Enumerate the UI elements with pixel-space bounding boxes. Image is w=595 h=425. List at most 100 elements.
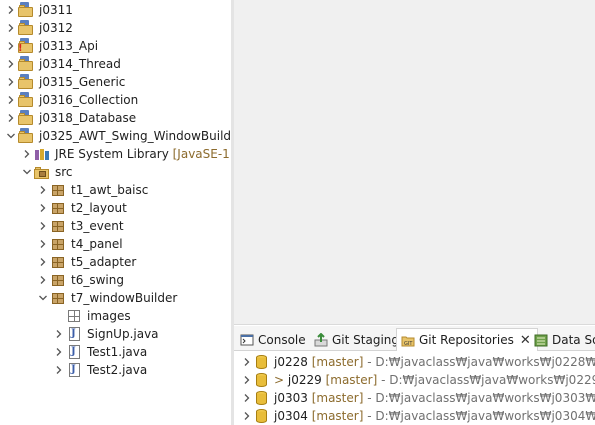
chevron-right-icon[interactable] (54, 361, 64, 379)
chevron-right-icon[interactable] (38, 217, 48, 235)
repository-path: - D:₩javaclass₩java₩works₩j0303₩.git (367, 391, 595, 405)
repository-branch: [master] (311, 355, 364, 369)
tree-item-test2-java[interactable]: J Test2.java (0, 361, 231, 379)
tree-item-label: Test2.java (87, 362, 147, 378)
tree-item-j0318-database[interactable]: j0318_Database (0, 109, 231, 127)
tree-item-text: t1_awt_baisc (71, 183, 149, 197)
repository-item-j0303[interactable]: j0303 [master] - D:₩javaclass₩java₩works… (234, 389, 595, 407)
repository-label: j0303 [master] - D:₩javaclass₩java₩works… (274, 390, 595, 406)
tree-item-label: j0314_Thread (39, 56, 121, 72)
java-project-icon (18, 2, 34, 18)
chevron-right-icon[interactable] (6, 19, 16, 37)
tree-item-j0311[interactable]: j0311 (0, 1, 231, 19)
chevron-right-icon[interactable] (6, 55, 16, 73)
package-icon (50, 182, 66, 198)
repository-name: j0229 (287, 373, 322, 387)
tree-item-label: t5_adapter (71, 254, 136, 270)
chevron-right-icon[interactable] (242, 407, 252, 425)
repository-path: - D:₩javaclass₩java₩works₩j0229₩.git (381, 373, 595, 387)
chevron-right-icon[interactable] (242, 389, 252, 407)
tree-item-text: images (87, 309, 131, 323)
tree-item-text: j0318_Database (39, 111, 137, 125)
editor-area (234, 0, 595, 325)
tree-item-images[interactable]: images (0, 307, 231, 325)
chevron-right-icon[interactable] (38, 181, 48, 199)
tree-item-jre-system-library[interactable]: JRE System Library [JavaSE-1.8] (0, 145, 231, 163)
chevron-right-icon[interactable] (54, 325, 64, 343)
repository-item-j0304[interactable]: j0304 [master] - D:₩javaclass₩java₩works… (234, 407, 595, 425)
tree-item-text: t2_layout (71, 201, 127, 215)
tree-item-label: j0315_Generic (39, 74, 125, 90)
tree-item-label: t1_awt_baisc (71, 182, 148, 198)
chevron-right-icon[interactable] (38, 235, 48, 253)
package-icon (50, 290, 66, 306)
chevron-right-icon[interactable] (54, 343, 64, 361)
chevron-right-icon[interactable] (6, 109, 16, 127)
repository-path: - D:₩javaclass₩java₩works₩j0304₩.git (367, 409, 595, 423)
chevron-right-icon[interactable] (242, 353, 252, 371)
tree-item-t6-swing[interactable]: t6_swing (0, 271, 231, 289)
tree-item-test1-java[interactable]: J Test1.java (0, 343, 231, 361)
chevron-right-icon[interactable] (6, 73, 16, 91)
tree-item-t1-awt-baisc[interactable]: t1_awt_baisc (0, 181, 231, 199)
repository-icon (256, 373, 267, 387)
tree-item-t4-panel[interactable]: t4_panel (0, 235, 231, 253)
chevron-down-icon[interactable] (38, 289, 48, 307)
chevron-right-icon[interactable] (22, 145, 32, 163)
tree-item-label: t7_windowBuilder (71, 290, 177, 306)
tree-item-decoration: [JavaSE-1.8] (172, 147, 231, 161)
chevron-right-icon[interactable] (38, 271, 48, 289)
tree-item-src[interactable]: src (0, 163, 231, 181)
chevron-right-icon[interactable] (38, 253, 48, 271)
repository-item-j0228[interactable]: j0228 [master] - D:₩javaclass₩java₩works… (234, 353, 595, 371)
repository-name: j0303 (274, 391, 308, 405)
tab-git-repositories[interactable]: GIT Git Repositories ✕ (396, 328, 538, 351)
java-file-icon: J (66, 362, 82, 378)
console-icon (240, 333, 254, 347)
java-project-icon (18, 56, 34, 72)
tree-item-t2-layout[interactable]: t2_layout (0, 199, 231, 217)
chevron-down-icon[interactable] (6, 127, 16, 145)
java-project-icon (18, 74, 34, 90)
repository-label: j0304 [master] - D:₩javaclass₩java₩works… (274, 408, 595, 424)
chevron-right-icon[interactable] (38, 199, 48, 217)
tree-item-j0315-generic[interactable]: j0315_Generic (0, 73, 231, 91)
tree-item-label: t6_swing (71, 272, 124, 288)
tree-item-text: j0315_Generic (39, 75, 126, 89)
repository-dirty-marker: > (274, 373, 288, 387)
tree-item-t7-windowbuilder[interactable]: t7_windowBuilder (0, 289, 231, 307)
tree-item-j0312[interactable]: j0312 (0, 19, 231, 37)
tree-item-j0325-awt-swing-windowbuilder[interactable]: j0325_AWT_Swing_WindowBuilder (0, 127, 231, 145)
chevron-right-icon[interactable] (242, 371, 252, 389)
tab-data-source[interactable]: Data So (530, 328, 595, 351)
tree-item-text: j0325_AWT_Swing_WindowBuilder (39, 129, 231, 143)
tree-item-label: SignUp.java (87, 326, 159, 342)
tree-item-t3-event[interactable]: t3_event (0, 217, 231, 235)
images-folder-icon (66, 308, 82, 324)
tree-item-text: Test2.java (87, 363, 148, 377)
git-staging-icon (314, 332, 328, 347)
package-icon (50, 254, 66, 270)
chevron-right-icon[interactable] (6, 1, 16, 19)
bottom-panel-tabbar: Console Git Staging GIT Git Repositories… (234, 326, 595, 351)
tree-item-signup-java[interactable]: J SignUp.java (0, 325, 231, 343)
tree-item-j0313-api[interactable]: ! j0313_Api (0, 37, 231, 55)
tab-console[interactable]: Console (236, 328, 312, 351)
java-project-icon (18, 110, 34, 126)
java-file-icon: J (66, 344, 82, 360)
java-project-icon (18, 20, 34, 36)
tree-item-label: JRE System Library [JavaSE-1.8] (55, 146, 231, 162)
tree-item-t5-adapter[interactable]: t5_adapter (0, 253, 231, 271)
tab-git-staging[interactable]: Git Staging (310, 328, 405, 351)
repository-item-j0229[interactable]: > j0229 [master] - D:₩javaclass₩java₩wor… (234, 371, 595, 389)
tree-item-j0314-thread[interactable]: j0314_Thread (0, 55, 231, 73)
chevron-down-icon[interactable] (22, 163, 32, 181)
java-file-icon: J (66, 326, 82, 342)
tree-item-text: j0311 (39, 3, 73, 17)
package-explorer: j0311 j0312! j0313_Api j0314_Thread j0315_Ge… (0, 0, 231, 425)
chevron-right-icon[interactable] (6, 91, 16, 109)
tree-item-j0316-collection[interactable]: j0316_Collection (0, 91, 231, 109)
tree-item-text: Test1.java (87, 345, 148, 359)
chevron-right-icon[interactable] (6, 37, 16, 55)
package-icon (50, 272, 66, 288)
